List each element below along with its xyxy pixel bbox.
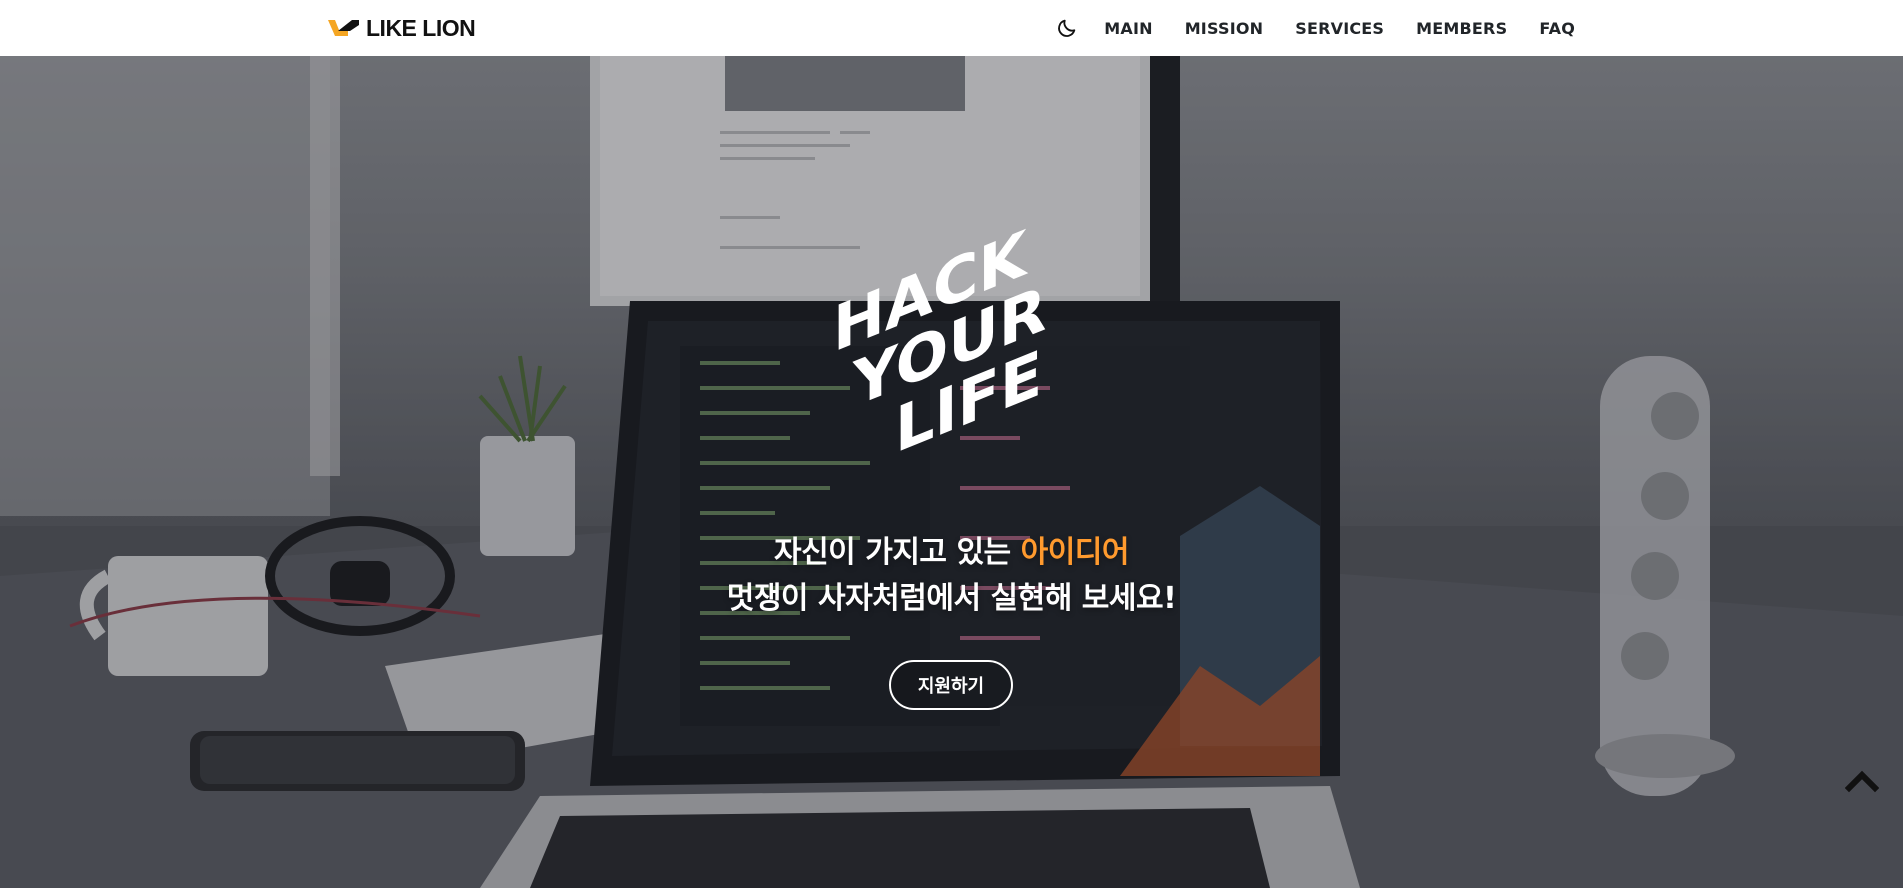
- nav-link-main[interactable]: MAIN: [1104, 19, 1152, 38]
- apply-button[interactable]: 지원하기: [889, 660, 1013, 710]
- scroll-to-top-button[interactable]: [1844, 766, 1880, 794]
- nav-link-faq[interactable]: FAQ: [1539, 19, 1575, 38]
- nav-link-services[interactable]: SERVICES: [1295, 19, 1384, 38]
- hero-headline: 자신이 가지고 있는 아이디어 멋쟁이 사자처럼에서 실현해 보세요!: [0, 530, 1903, 622]
- hack-your-life-logo: HACK YOUR LIFE: [833, 216, 1046, 451]
- theme-toggle-button[interactable]: [1052, 13, 1082, 43]
- nav-link-members[interactable]: MEMBERS: [1416, 19, 1507, 38]
- chevron-up-icon: [1844, 770, 1880, 793]
- hero-dark-overlay: [0, 56, 1903, 888]
- navbar: LIKE LION MAIN MISSION SERVICES MEMBERS …: [0, 0, 1903, 56]
- brand-logo-link[interactable]: LIKE LION: [328, 14, 476, 41]
- hero-section: HACK YOUR LIFE 자신이 가지고 있는 아이디어 멋쟁이 사자처럼에…: [0, 56, 1903, 888]
- likelion-mark-icon: [328, 17, 360, 39]
- main-nav: MAIN MISSION SERVICES MEMBERS FAQ: [1052, 0, 1575, 56]
- hero-headline-accent: 아이디어: [1020, 535, 1130, 570]
- nav-link-mission[interactable]: MISSION: [1185, 19, 1264, 38]
- hero-headline-prefix: 자신이 가지고 있는: [773, 535, 1021, 570]
- hero-headline-line-2: 멋쟁이 사자처럼에서 실현해 보세요!: [726, 581, 1177, 616]
- moon-icon: [1058, 19, 1076, 37]
- brand-logo-text: LIKE LION: [366, 14, 476, 41]
